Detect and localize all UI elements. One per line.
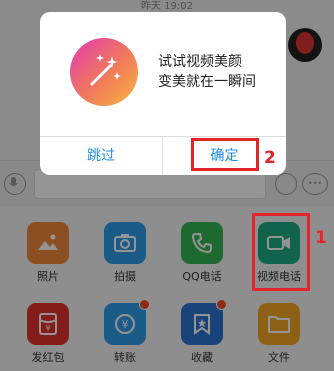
skip-button[interactable]: 跳过 [40,137,163,175]
magic-wand-icon [70,38,138,106]
step-2-label: 2 [264,148,276,168]
dialog-message-line2: 变美就在一瞬间 [158,74,256,90]
confirm-highlight-box [191,138,259,171]
dialog-message: 试试视频美颜 变美就在一瞬间 [158,52,278,92]
step-1-label: 1 [315,228,327,248]
video-call-highlight-box [252,213,310,291]
dialog-message-line1: 试试视频美颜 [158,54,242,70]
